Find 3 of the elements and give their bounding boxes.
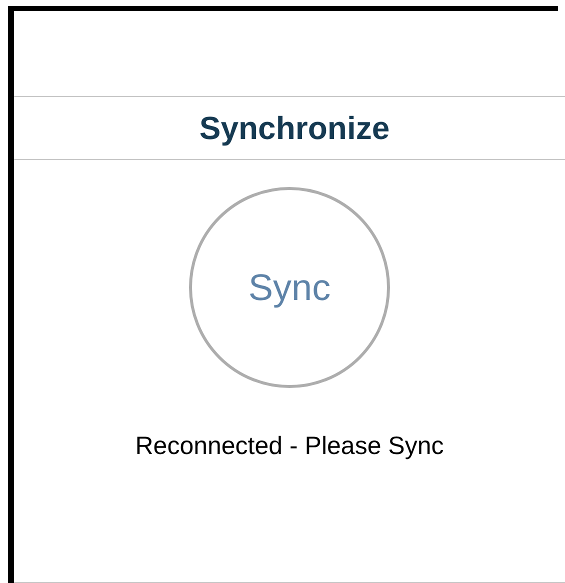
sync-button[interactable]: Sync bbox=[189, 187, 390, 388]
status-message: Reconnected - Please Sync bbox=[135, 431, 444, 462]
page-title: Synchronize bbox=[198, 109, 390, 148]
